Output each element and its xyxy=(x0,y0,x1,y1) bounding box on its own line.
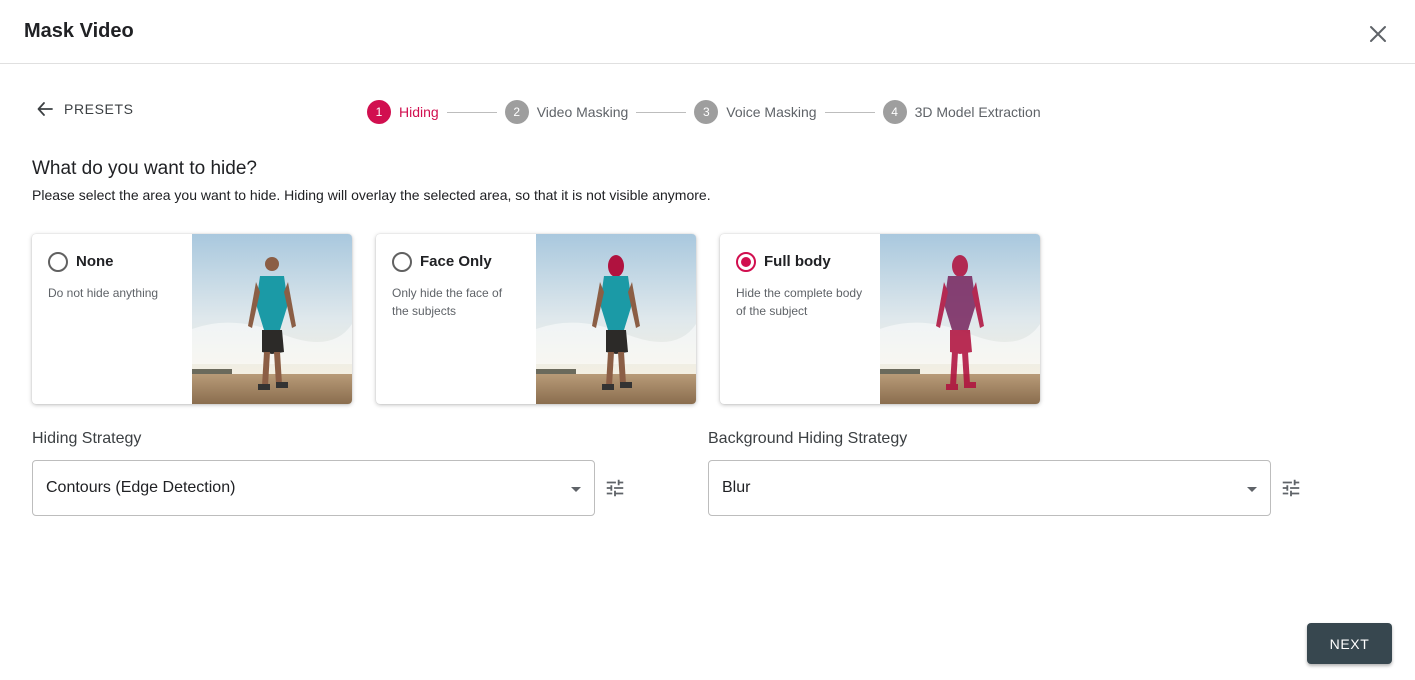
step-voice-masking[interactable]: 3 Voice Masking xyxy=(694,100,817,124)
stepper: 1 Hiding 2 Video Masking 3 Voice Masking… xyxy=(367,99,1041,125)
radio-button-selected[interactable] xyxy=(736,252,756,272)
option-title: Face Only xyxy=(420,253,492,270)
step-3d-model-extraction[interactable]: 4 3D Model Extraction xyxy=(882,100,1041,124)
step-label: Hiding xyxy=(399,104,439,120)
step-label: 3D Model Extraction xyxy=(914,104,1041,120)
next-button[interactable]: NEXT xyxy=(1307,623,1392,664)
option-description: Do not hide anything xyxy=(48,286,159,300)
step-hiding[interactable]: 1 Hiding xyxy=(367,100,439,124)
option-card-full-body[interactable]: Full body Hide the complete body of the … xyxy=(720,234,1040,404)
radio-button[interactable] xyxy=(48,252,68,272)
step-number: 1 xyxy=(367,100,391,124)
tune-settings-icon[interactable] xyxy=(1280,477,1302,499)
question-title: What do you want to hide? xyxy=(32,158,257,179)
hiding-strategy-value: Contours (Edge Detection) xyxy=(46,479,236,496)
dropdown-arrow-icon xyxy=(1247,487,1257,492)
arrow-left-icon xyxy=(37,102,53,116)
radio-button[interactable] xyxy=(392,252,412,272)
background-strategy-select[interactable]: Blur xyxy=(708,460,1271,516)
step-label: Voice Masking xyxy=(726,104,817,120)
hiding-strategy-label: Hiding Strategy xyxy=(32,430,142,447)
background-strategy-value: Blur xyxy=(722,479,751,496)
close-icon[interactable] xyxy=(1366,22,1390,46)
preview-image-face-only xyxy=(536,234,696,404)
step-connector xyxy=(636,111,687,113)
option-title: None xyxy=(76,253,114,270)
option-description: Only hide the face of the subjects xyxy=(392,286,503,318)
tune-settings-icon[interactable] xyxy=(604,477,626,499)
option-card-none[interactable]: None Do not hide anything xyxy=(32,234,352,404)
dialog-header: Mask Video xyxy=(0,0,1415,64)
preview-image-none xyxy=(192,234,352,404)
background-strategy-label: Background Hiding Strategy xyxy=(708,430,908,447)
option-title: Full body xyxy=(764,253,831,270)
step-video-masking[interactable]: 2 Video Masking xyxy=(504,100,629,124)
option-card-face-only[interactable]: Face Only Only hide the face of the subj… xyxy=(376,234,696,404)
back-to-presets-button[interactable]: PRESETS xyxy=(36,100,134,118)
step-number: 2 xyxy=(504,100,529,124)
step-connector xyxy=(824,111,875,113)
dropdown-arrow-icon xyxy=(571,487,581,492)
step-connector xyxy=(446,111,497,113)
question-description: Please select the area you want to hide.… xyxy=(32,187,711,203)
back-label: PRESETS xyxy=(64,101,134,117)
step-label: Video Masking xyxy=(536,104,629,120)
step-number: 3 xyxy=(694,100,719,124)
hiding-strategy-select[interactable]: Contours (Edge Detection) xyxy=(32,460,595,516)
step-number: 4 xyxy=(882,100,907,124)
dialog-title: Mask Video xyxy=(24,20,134,42)
preview-image-full-body xyxy=(880,234,1040,404)
option-description: Hide the complete body of the subject xyxy=(736,286,863,318)
